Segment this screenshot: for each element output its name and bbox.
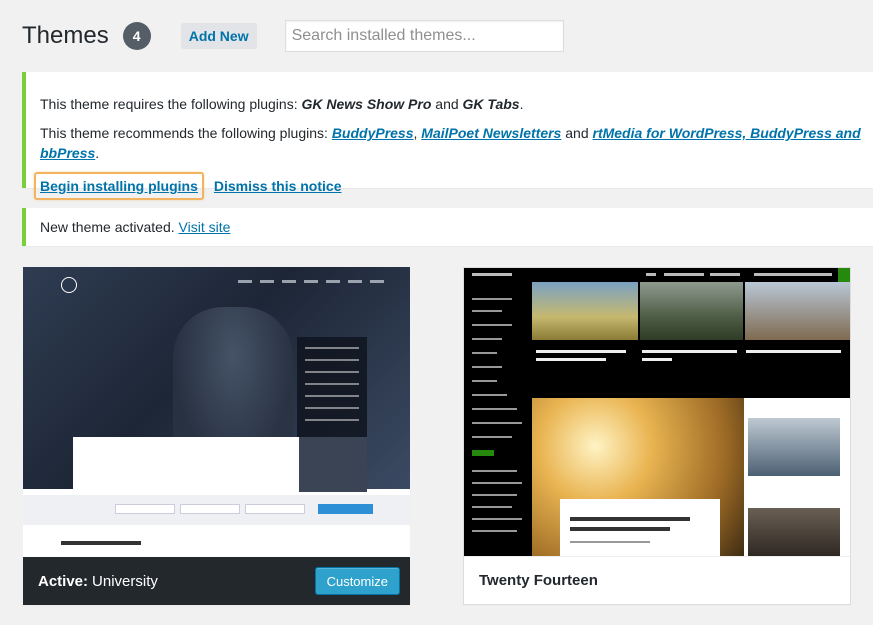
theme-name-bar: Twenty Fourteen (464, 556, 850, 604)
search-icon (838, 268, 850, 282)
screenshot-nav (464, 268, 850, 282)
page-header: Themes 4 Add New (22, 18, 564, 54)
screenshot-event-list (73, 437, 299, 492)
screenshot-footer (23, 525, 410, 557)
video-thumb-1 (748, 418, 840, 476)
screenshot-hero (23, 267, 410, 492)
active-label: Active: (38, 572, 89, 590)
theme-name: Twenty Fourteen (479, 572, 598, 589)
theme-screenshot-twenty-fourteen[interactable] (464, 268, 850, 558)
notice-actions: Begin installing plugins Dismiss this no… (34, 172, 873, 200)
begin-installing-highlight: Begin installing plugins (34, 172, 204, 200)
required-plugins-text: This theme requires the following plugin… (40, 96, 524, 112)
theme-activated-notice: New theme activated. Visit site (22, 208, 873, 246)
active-theme-bar: Active: University Customize (23, 557, 410, 605)
theme-count-badge: 4 (122, 22, 151, 50)
plugin-notice: This theme requires the following plugin… (22, 72, 873, 200)
add-new-button[interactable]: Add New (180, 23, 257, 49)
featured-captions (532, 340, 850, 380)
buddypress-link[interactable]: BuddyPress (332, 125, 414, 141)
visit-site-link[interactable]: Visit site (179, 219, 231, 235)
customize-button[interactable]: Customize (314, 567, 400, 595)
theme-name: University (92, 572, 158, 590)
screenshot-form (23, 495, 410, 525)
recommended-plugins-text: This theme recommends the following plug… (40, 125, 861, 161)
begin-installing-plugins-link[interactable]: Begin installing plugins (40, 178, 198, 194)
mailpoet-link[interactable]: MailPoet Newsletters (421, 125, 561, 141)
theme-screenshot-university[interactable] (23, 267, 410, 557)
featured-image-3 (745, 282, 850, 340)
required-plugin-1: GK News Show Pro (301, 96, 432, 112)
featured-image-2 (640, 282, 743, 340)
post-card (560, 499, 720, 558)
search-input[interactable] (284, 20, 564, 52)
theme-card-university[interactable]: Active: University Customize (23, 267, 410, 605)
required-plugin-2: GK Tabs (462, 96, 520, 112)
screenshot-canvas (464, 268, 850, 558)
logo-icon (61, 277, 77, 293)
screenshot-sidebar (464, 282, 532, 558)
video-thumb-2 (748, 508, 840, 558)
page-title: Themes (22, 22, 109, 49)
dismiss-notice-link[interactable]: Dismiss this notice (214, 178, 342, 194)
theme-card-twenty-fourteen[interactable]: Twenty Fourteen (463, 267, 851, 605)
screenshot-menu (238, 280, 384, 283)
screenshot-tour-panel (299, 437, 367, 492)
screenshot-side-panel (297, 337, 367, 437)
featured-image-1 (532, 282, 638, 340)
